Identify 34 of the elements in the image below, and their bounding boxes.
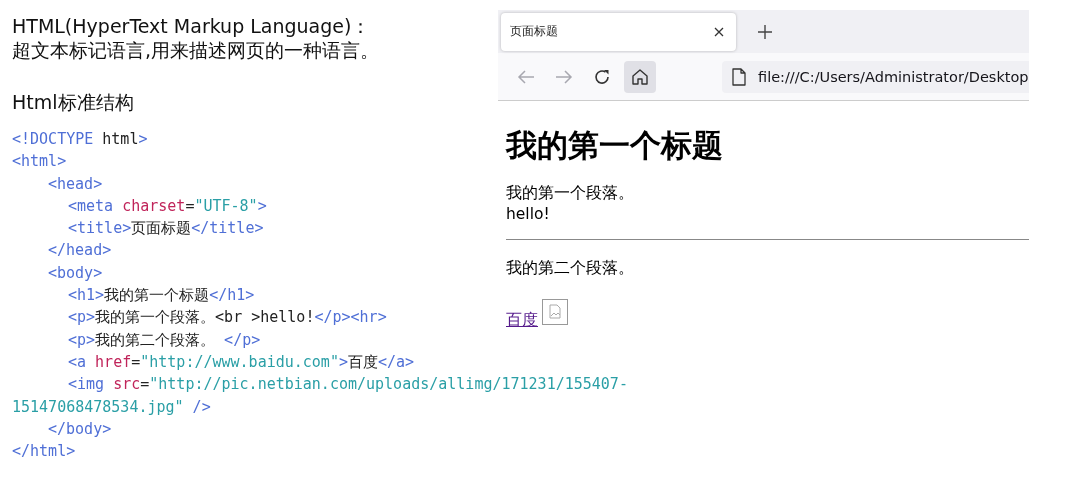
code-line: <!DOCTYPE html>: [12, 129, 148, 150]
code-line: </html>: [12, 441, 76, 463]
home-button[interactable]: [624, 60, 656, 93]
page-paragraph: 我的第一个段落。 hello!: [506, 183, 635, 225]
close-icon[interactable]: [714, 26, 724, 37]
intro-description: 超文本标记语言,用来描述网页的一种语言。: [12, 38, 381, 62]
code-line: <html>: [12, 151, 67, 173]
tab-title: 页面标题: [510, 23, 558, 40]
code-line: <p>我的第二个段落。 </p>: [67, 329, 261, 351]
intro-heading: HTML(HyperText Markup Language)：: [12, 14, 372, 38]
code-line: <a href="http://www.baidu.com">百度</a>: [67, 351, 415, 373]
code-line: <h1>我的第一个标题</h1>: [67, 285, 255, 307]
broken-image-icon: [542, 299, 568, 325]
back-arrow-icon: [517, 68, 535, 85]
plus-icon[interactable]: [758, 24, 772, 39]
code-line: <head>: [47, 173, 103, 195]
forward-arrow-icon: [555, 68, 573, 85]
section-title: Html标准结构: [12, 90, 135, 114]
code-line: <meta charset="UTF-8">: [67, 195, 267, 217]
reload-icon: [593, 67, 611, 86]
file-icon: [732, 67, 746, 86]
code-line: <img src="http://pic.netbian.com/uploads/allimg/171231/155407- 15147068478534.jpg" />: [12, 374, 628, 418]
address-bar[interactable]: file:///C:/Users/Administrator/Desktop: [722, 60, 1029, 93]
code-line: </body>: [47, 418, 112, 440]
browser-tab[interactable]: 页面标题: [501, 12, 736, 51]
page-heading: 我的第一个标题: [506, 126, 724, 165]
address-text: file:///C:/Users/Administrator/Desktop: [758, 68, 1029, 85]
code-line: <title>页面标题</title>: [67, 218, 264, 240]
code-line: <body>: [47, 262, 103, 284]
home-icon: [631, 67, 649, 86]
page-paragraph: 我的第二个段落。: [506, 258, 635, 279]
page-link[interactable]: 百度: [506, 310, 538, 331]
code-line: </head>: [47, 240, 112, 262]
code-line: <p>我的第一个段落。<br >hello!</p><hr>: [67, 307, 387, 329]
